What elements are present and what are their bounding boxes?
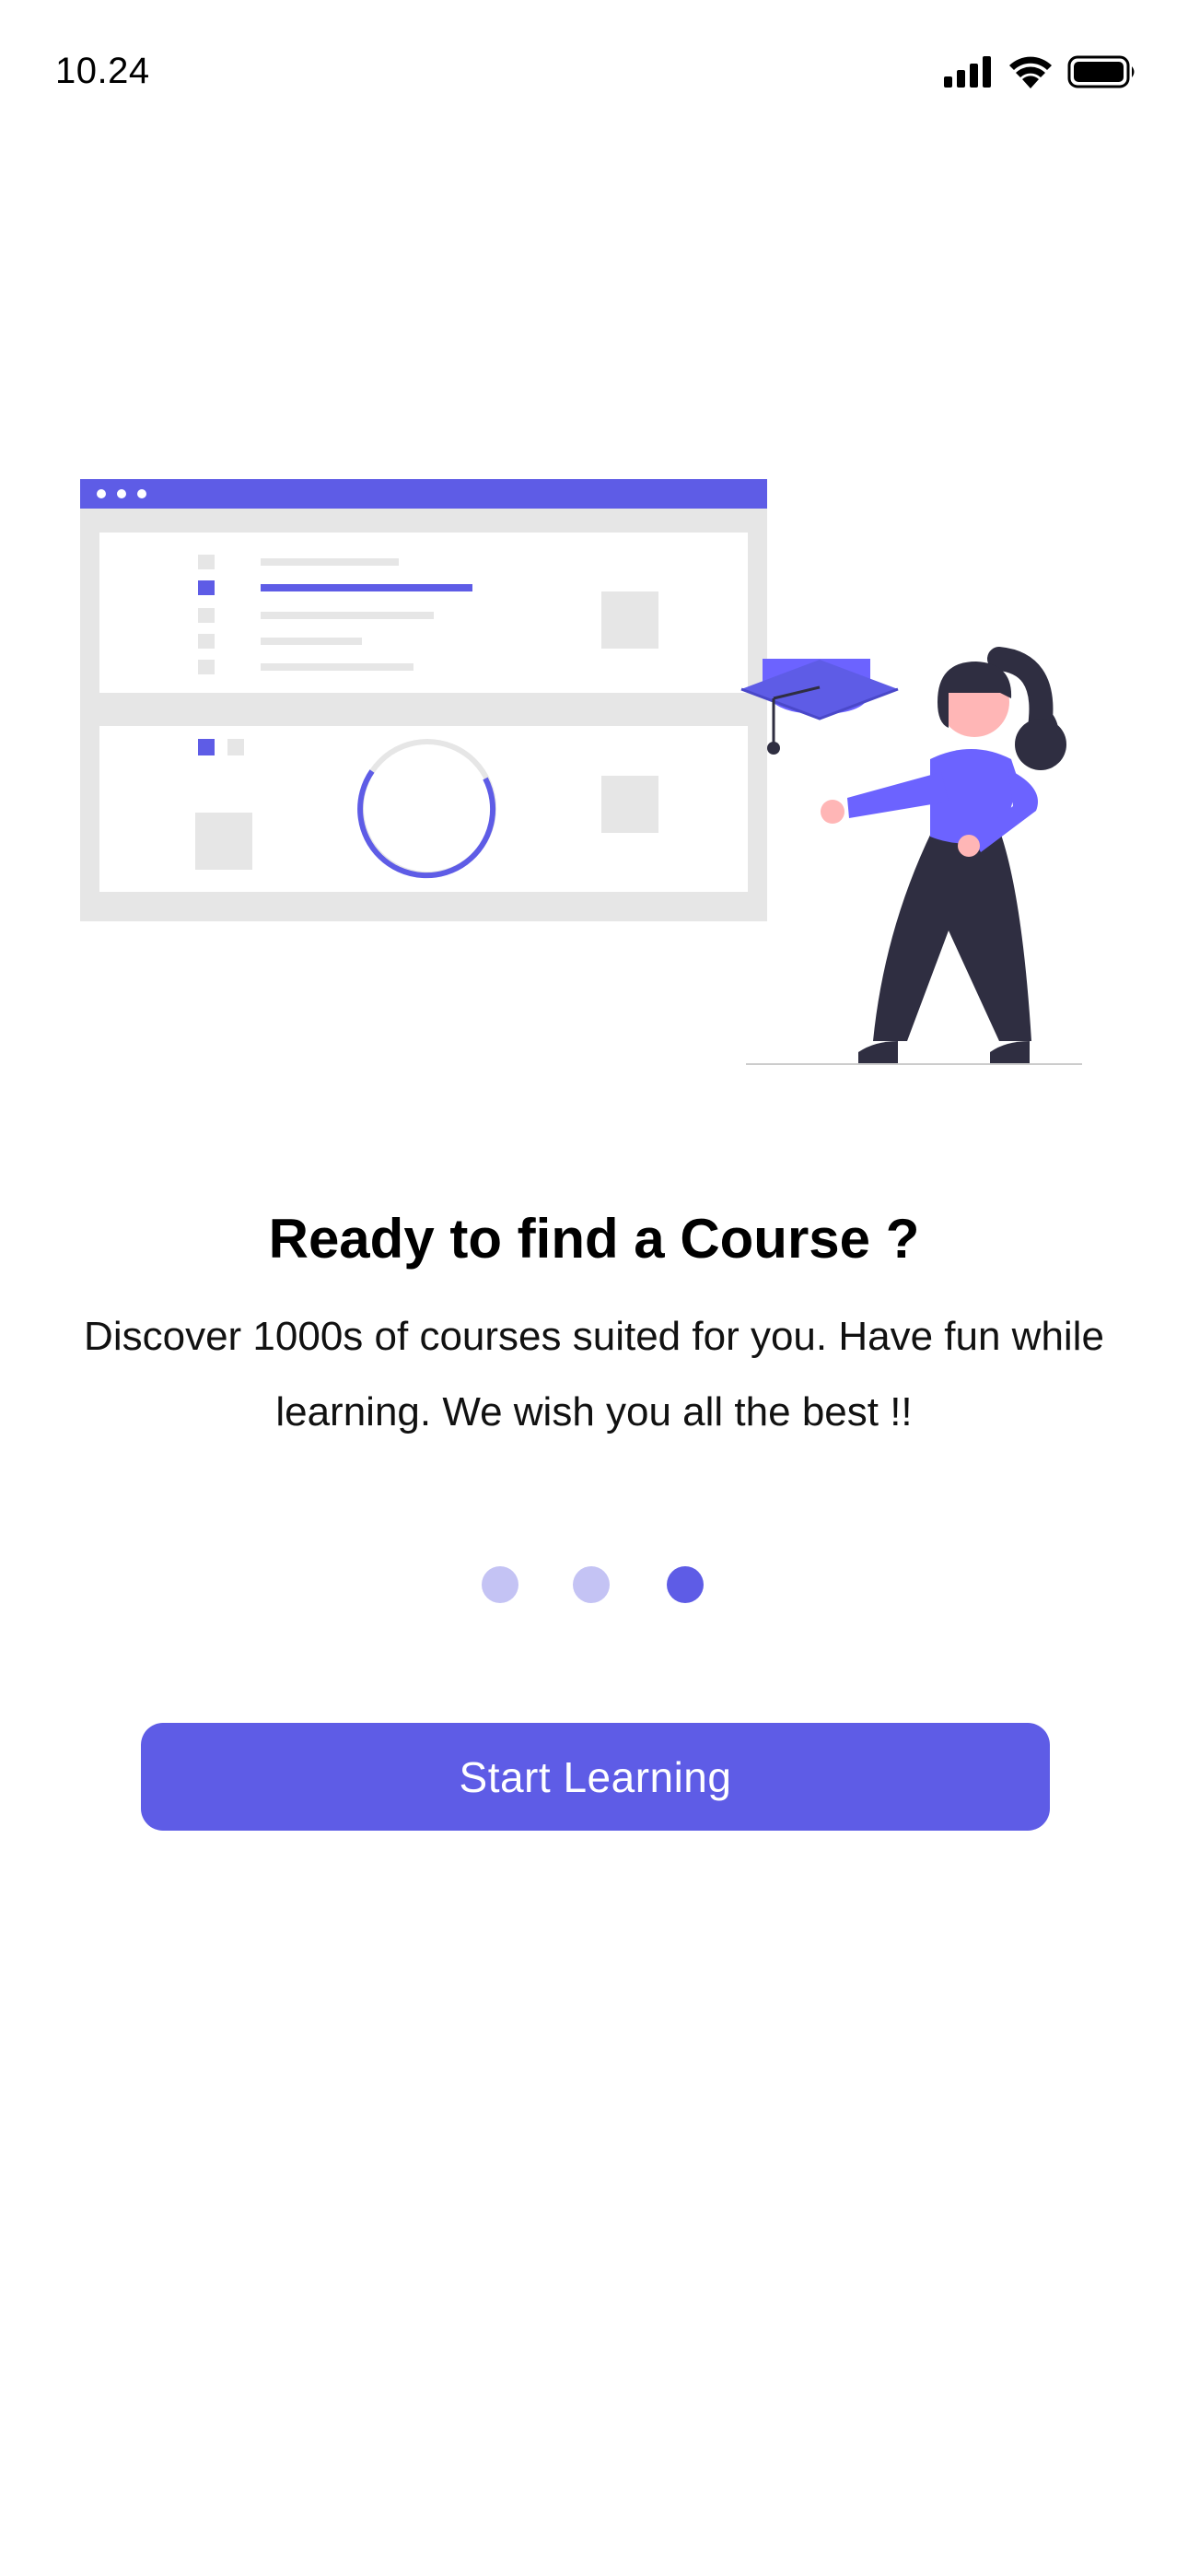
onboarding-title: Ready to find a Course ?	[268, 1208, 920, 1270]
online-course-illustration	[80, 479, 1082, 1065]
status-bar: 10.24	[0, 0, 1188, 147]
status-icons	[944, 55, 1137, 88]
wifi-icon	[1009, 56, 1052, 88]
page-dot-1[interactable]	[482, 1566, 518, 1603]
page-dot-2[interactable]	[573, 1566, 610, 1603]
person-icon	[746, 647, 1082, 1065]
browser-window-icon	[80, 479, 767, 921]
page-indicator	[0, 1566, 1188, 1603]
battery-icon	[1067, 55, 1135, 88]
onboarding-description: Discover 1000s of courses suited for you…	[84, 1314, 1104, 1434]
status-time: 10.24	[55, 51, 150, 91]
start-learning-button[interactable]: Start Learning	[141, 1723, 1050, 1831]
page-dot-3[interactable]	[667, 1566, 704, 1603]
cellular-signal-icon	[944, 56, 991, 88]
